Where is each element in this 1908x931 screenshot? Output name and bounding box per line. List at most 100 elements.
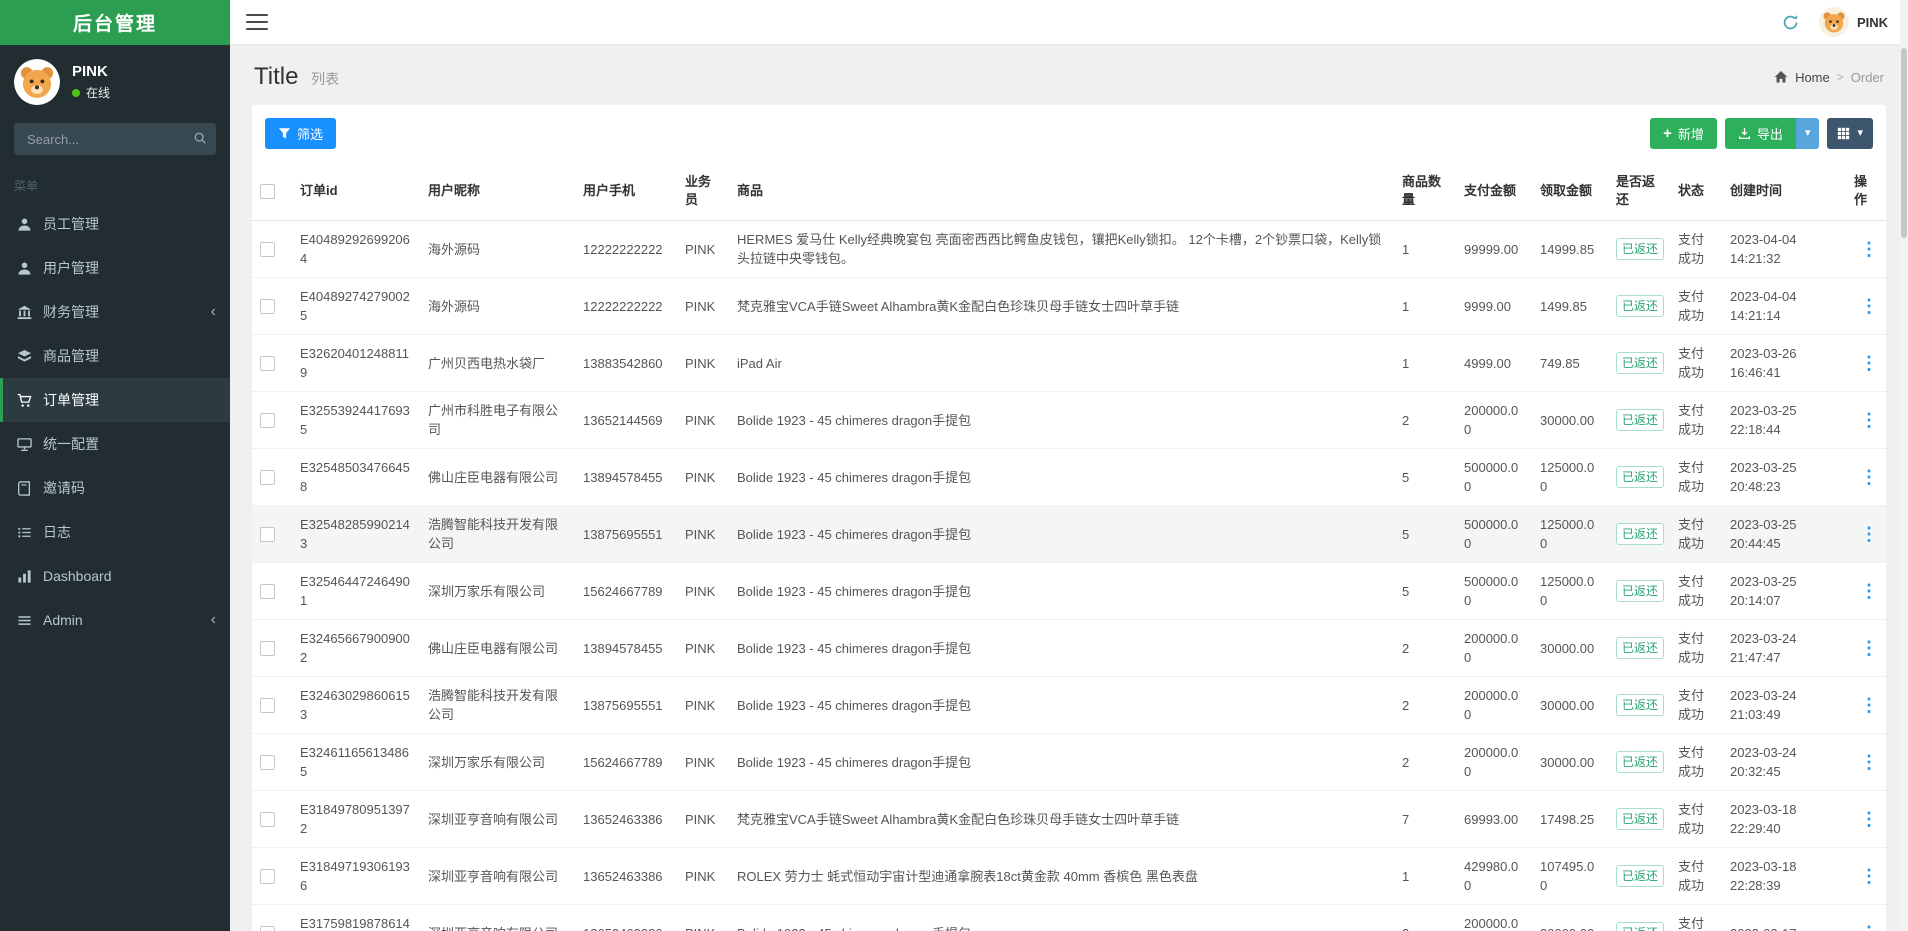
ellipsis-v-icon: ⋮ (1860, 866, 1878, 887)
row-actions-button[interactable]: ⋮ (1854, 922, 1884, 931)
column-header-nickname[interactable]: 用户昵称 (420, 162, 575, 222)
select-all-checkbox[interactable] (260, 183, 275, 199)
row-checkbox[interactable] (260, 355, 275, 371)
sidebar-toggle-button[interactable] (246, 14, 268, 30)
row-checkbox[interactable] (260, 811, 275, 827)
table-row: E404892926992064 海外源码 12222222222 PINK HERME… (252, 220, 1886, 279)
column-header-receive[interactable]: 领取金额 (1532, 162, 1608, 222)
row-actions-button[interactable]: ⋮ (1854, 808, 1884, 830)
row-checkbox[interactable] (260, 298, 275, 314)
dog-avatar-icon (14, 59, 60, 105)
chevron-left-icon: ‹ (210, 611, 216, 628)
row-actions-button[interactable]: ⋮ (1854, 295, 1884, 317)
table-row: E404892742790025 海外源码 12222222222 PINK 梵克雅宝V… (252, 277, 1886, 336)
row-checkbox[interactable] (260, 868, 275, 884)
user-status-label: 在线 (86, 86, 111, 100)
sidebar-item-users[interactable]: 用户管理 (0, 246, 230, 290)
scrollbar[interactable] (1900, 0, 1908, 931)
export-button[interactable]: 导出 (1724, 118, 1796, 149)
row-checkbox[interactable] (260, 526, 275, 542)
row-actions-button[interactable]: ⋮ (1854, 580, 1884, 602)
row-actions-button[interactable]: ⋮ (1854, 466, 1884, 488)
breadcrumb-home[interactable]: Home (1795, 70, 1830, 85)
cell-agent: PINK (677, 847, 729, 906)
topbar-user[interactable]: PINK (1818, 7, 1888, 37)
sidebar-item-invite[interactable]: 邀请码 (0, 466, 230, 510)
row-select-cell (252, 277, 292, 336)
sidebar-item-logs[interactable]: 日志 (0, 510, 230, 554)
cell-status: 支付成功 (1670, 220, 1722, 279)
sidebar-item-goods[interactable]: 商品管理 (0, 334, 230, 378)
column-header-product[interactable]: 商品 (729, 162, 1394, 222)
sidebar-item-employees[interactable]: 员工管理 (0, 202, 230, 246)
column-header-action[interactable]: 操作 (1846, 162, 1886, 222)
row-select-cell (252, 733, 292, 792)
book-icon (16, 480, 32, 496)
sidebar-item-orders[interactable]: 订单管理 (0, 378, 230, 422)
cell-pay-amount: 4999.00 (1456, 334, 1532, 393)
row-actions-button[interactable]: ⋮ (1854, 865, 1884, 887)
row-checkbox[interactable] (260, 412, 275, 428)
toolbar-right: + 新增 导出 ▾ ▾ (1650, 118, 1873, 149)
export-dropdown-button[interactable]: ▾ (1795, 118, 1820, 149)
cell-pay-amount: 200000.00 (1456, 391, 1532, 450)
search-button[interactable] (186, 125, 214, 153)
breadcrumb: Home > Order (1774, 70, 1884, 85)
add-button-label: 新增 (1677, 127, 1704, 142)
column-header-status[interactable]: 状态 (1670, 162, 1722, 222)
sidebar-item-finance[interactable]: 财务管理 ‹ (0, 290, 230, 334)
sidebar-item-admin[interactable]: Admin ‹ (0, 598, 230, 642)
returned-badge: 已返还 (1616, 751, 1665, 774)
cell-quantity: 2 (1394, 619, 1456, 678)
column-header-agent[interactable]: 业务员 (677, 162, 729, 222)
add-button[interactable]: + 新增 (1650, 118, 1717, 149)
column-header-created[interactable]: 创建时间 (1722, 162, 1846, 222)
row-checkbox[interactable] (260, 469, 275, 485)
column-header-returned[interactable]: 是否返还 (1608, 162, 1670, 222)
cell-quantity: 2 (1394, 391, 1456, 450)
sidebar-item-config[interactable]: 统一配置 (0, 422, 230, 466)
table-row: E317598198786146深圳亚亨音响有限公司13652463386PIN… (252, 904, 1886, 931)
table-row: E326204012488119 广州贝西电热水袋厂 13883542860 PINK… (252, 334, 1886, 393)
cell-product: ROLEX 劳力士 蚝式恒动宇宙计型迪通拿腕表18ct黄金款 40mm 香槟色 … (729, 847, 1394, 906)
row-actions-button[interactable]: ⋮ (1854, 694, 1884, 716)
row-checkbox[interactable] (260, 925, 275, 931)
cell-pay-amount: 200000.00 (1456, 619, 1532, 678)
row-checkbox[interactable] (260, 697, 275, 713)
returned-badge: 已返还 (1616, 694, 1665, 717)
row-actions-button[interactable]: ⋮ (1854, 352, 1884, 374)
columns-toggle-button[interactable]: ▾ (1827, 118, 1873, 149)
cell-status: 支付成功 (1670, 277, 1722, 336)
column-header-id[interactable]: 订单id (292, 162, 420, 222)
orders-table: 订单id 用户昵称 用户手机 业务员 商品 商品数量 支付金额 领取金额 是否返还 状态 创建时间操… (252, 162, 1886, 931)
scrollbar-thumb[interactable] (1901, 48, 1907, 238)
ellipsis-v-icon: ⋮ (1860, 752, 1878, 773)
row-checkbox[interactable] (260, 583, 275, 599)
row-actions-button[interactable]: ⋮ (1854, 409, 1884, 431)
column-header-qty[interactable]: 商品数量 (1394, 162, 1456, 222)
row-checkbox[interactable] (260, 754, 275, 770)
row-checkbox[interactable] (260, 640, 275, 656)
cell-agent: PINK (677, 277, 729, 336)
cell-nickname: 海外源码 (420, 220, 575, 279)
sidebar-item-dashboard[interactable]: Dashboard (0, 554, 230, 598)
refresh-button[interactable] (1782, 14, 1799, 31)
home-icon (1774, 70, 1788, 84)
row-actions-button[interactable]: ⋮ (1854, 238, 1884, 260)
column-header-phone[interactable]: 用户手机 (575, 162, 677, 222)
cell-actions: ⋮ (1846, 334, 1886, 393)
cell-order-id: E324611656134865 (292, 733, 420, 792)
sidebar-item-label: 统一配置 (43, 436, 99, 452)
returned-badge: 已返还 (1616, 295, 1665, 318)
filter-button[interactable]: 筛选 (265, 118, 337, 149)
row-actions-button[interactable]: ⋮ (1854, 637, 1884, 659)
cell-created-time: 2023-04-04 14:21:14 (1722, 277, 1846, 336)
row-actions-button[interactable]: ⋮ (1854, 523, 1884, 545)
row-checkbox[interactable] (260, 241, 275, 257)
cell-receive-amount: 30000.00 (1532, 676, 1608, 735)
row-actions-button[interactable]: ⋮ (1854, 751, 1884, 773)
column-header-pay[interactable]: 支付金额 (1456, 162, 1532, 222)
app-root: 后台管理 PINK 在线 Search... 菜单 员工管理 用户管理 财务管理… (0, 0, 1908, 931)
cell-phone: 13875695551 (575, 505, 677, 564)
filter-icon (278, 127, 291, 140)
